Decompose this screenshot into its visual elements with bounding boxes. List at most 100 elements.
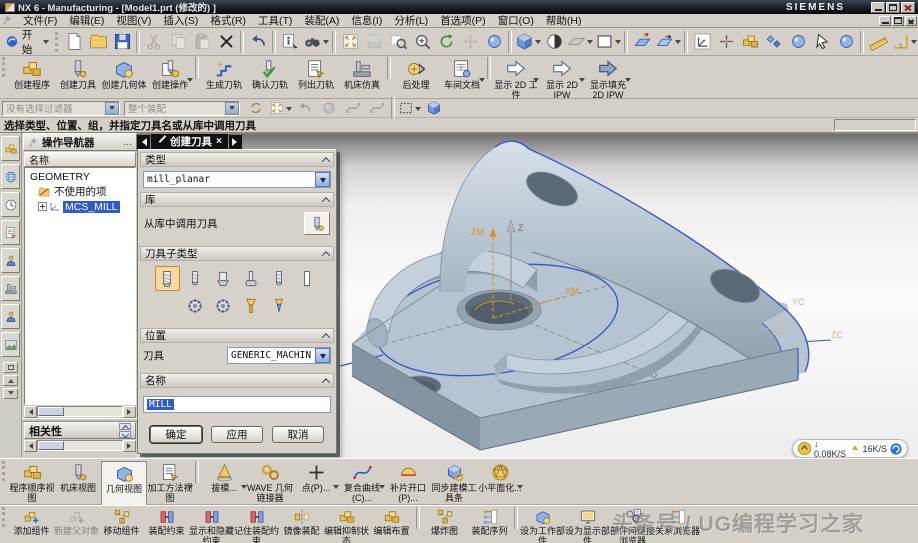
menu-help[interactable]: 帮助(H) [540, 13, 588, 28]
snap-view-button[interactable] [714, 30, 738, 54]
thread-mill-button[interactable] [183, 293, 208, 318]
generate-toolpath-button[interactable]: 生成刀轨 [201, 57, 247, 101]
dropdown-caret[interactable] [517, 485, 523, 492]
dependencies-header[interactable]: 相关性 [24, 422, 136, 439]
display-mode-button[interactable] [594, 30, 622, 54]
toolbar-drag-handle[interactable] [2, 57, 7, 77]
dropdown-caret[interactable] [43, 40, 49, 47]
list-toolpath-button[interactable]: 列出刀轨 [293, 57, 339, 101]
navigator-menu-dots[interactable]: ... [123, 136, 132, 148]
dropdown-caret[interactable] [615, 40, 621, 47]
web-browser-tab-button[interactable] [1, 164, 20, 189]
measure-angle-button[interactable] [890, 30, 918, 54]
mirror-assembly-button[interactable]: 镜像装配 [279, 507, 324, 543]
dropdown-caret[interactable] [415, 107, 421, 114]
selection-scope-combo[interactable]: 整个装配 [124, 101, 240, 116]
save-file-button[interactable] [110, 30, 134, 54]
menu-analysis[interactable]: 分析(L) [388, 13, 434, 28]
toolbar-drag-handle[interactable] [2, 461, 7, 481]
zoom-box-button[interactable] [386, 30, 410, 54]
show-filled-2d-ipw-button[interactable]: 显示填充 2D IPW [585, 57, 631, 101]
move-face-button[interactable] [630, 30, 654, 54]
create-operation-button[interactable]: 创建操作 [147, 57, 193, 101]
snapshot-fit-button[interactable] [268, 96, 293, 120]
machine-tool-view-button[interactable]: 机床视图 [55, 461, 101, 504]
resource-up-button[interactable] [3, 375, 18, 386]
show-2d-ipw-button[interactable]: 显示 2D IPW [539, 57, 585, 101]
dependencies-hscrollbar[interactable] [24, 439, 136, 452]
dialog-close-icon[interactable]: × [216, 137, 222, 147]
perspective-view-button[interactable] [482, 30, 506, 54]
type-combo[interactable]: mill_planar [143, 171, 331, 188]
assembly-sequence-button[interactable]: 装配序列 [467, 507, 512, 543]
menu-view[interactable]: 视图(V) [110, 13, 157, 28]
dropdown-caret[interactable] [479, 78, 485, 85]
rotate-view-button[interactable] [434, 30, 458, 54]
cancel-button[interactable]: 取消 [272, 426, 324, 443]
view-dependent-edit-button[interactable] [762, 30, 786, 54]
make-displayed-part-button[interactable]: 设为显示部件 [565, 507, 610, 543]
type-section-header[interactable]: 类型 [140, 152, 334, 167]
call-tool-from-library-button[interactable] [304, 212, 330, 235]
scroll-right-icon[interactable] [123, 440, 136, 452]
undo-button[interactable] [246, 30, 270, 54]
wave-geometry-linker-button[interactable]: WAVE 几何链接器 [247, 461, 293, 504]
face-mill-button[interactable] [239, 266, 264, 291]
pull-face-button[interactable] [654, 30, 682, 54]
menu-information[interactable]: 信息(I) [345, 13, 388, 28]
facet-body-button[interactable]: 小平面化... [477, 461, 523, 504]
dropdown-caret[interactable] [675, 40, 681, 47]
create-program-button[interactable]: 创建程序 [9, 57, 55, 101]
point-button[interactable]: 点(P)... [293, 461, 339, 504]
tool-subtype-section-header[interactable]: 刀具子类型 [140, 246, 334, 261]
collapse-icon[interactable] [322, 251, 330, 259]
geometry-node[interactable]: GEOMETRY [25, 169, 135, 184]
delete-button[interactable] [214, 30, 238, 54]
composite-curve-button[interactable]: 复合曲线(C)... [339, 461, 385, 504]
dropdown-caret[interactable] [535, 40, 541, 47]
remember-constraints-button[interactable]: 记住装配约束 [234, 507, 279, 543]
expand-icon[interactable] [38, 202, 47, 211]
collapse-icon[interactable] [322, 197, 330, 205]
hob-tool-button[interactable] [211, 293, 236, 318]
dialog-title-tab[interactable]: 创建刀具 × [151, 134, 228, 149]
add-component-button[interactable]: 添加组件 [9, 507, 54, 543]
menu-edit[interactable]: 编辑(E) [63, 13, 110, 28]
patch-opening-button[interactable]: 补片开口(P)... [385, 461, 431, 504]
machine-simulation-button[interactable]: 机床仿真 [339, 57, 385, 101]
synchronous-modeling-toolbar-button[interactable]: 同步建模工具条 [431, 461, 477, 504]
verify-toolpath-button[interactable]: 确认刀轨 [247, 57, 293, 101]
dropdown-caret[interactable] [286, 107, 292, 114]
resource-down-button[interactable] [3, 388, 18, 399]
geometry-view-button[interactable]: 几何视图 [101, 461, 147, 506]
mcs-mill-node[interactable]: MCS_MILL [25, 199, 135, 214]
restore-button[interactable] [886, 2, 900, 13]
resource-pin-button[interactable] [3, 362, 18, 373]
find-component-button[interactable] [302, 30, 330, 54]
navigator-header[interactable]: 操作导航器 ... [23, 133, 137, 151]
assembly-navigator-tab-button[interactable] [1, 136, 20, 161]
machining-method-view-button[interactable]: 加工方法视图 [147, 461, 193, 504]
new-file-button[interactable] [62, 30, 86, 54]
start-button[interactable]: 开始 [1, 30, 53, 54]
drill-tool-button[interactable] [295, 266, 320, 291]
dialog-prev-icon[interactable] [137, 135, 150, 149]
menu-preferences[interactable]: 首选项(P) [434, 13, 492, 28]
assembly-constraints-button[interactable]: 装配约束 [144, 507, 189, 543]
show-hide-constraints-button[interactable]: 显示和隐藏约束 [189, 507, 234, 543]
scroll-thumb[interactable] [38, 407, 64, 416]
menu-insert[interactable]: 插入(S) [157, 13, 204, 28]
dropdown-caret[interactable] [625, 78, 631, 85]
scroll-right-icon[interactable] [123, 406, 136, 418]
dropdown-caret[interactable] [587, 40, 593, 47]
navigator-hscrollbar[interactable] [24, 405, 136, 418]
program-order-view-button[interactable]: 程序顺序视图 [9, 461, 55, 504]
history-tab-button[interactable] [1, 192, 20, 217]
selection-rectangle-button[interactable] [397, 96, 422, 120]
doc-close-button[interactable] [905, 16, 917, 26]
shaded-view-button[interactable] [542, 30, 566, 54]
open-file-button[interactable] [86, 30, 110, 54]
dropdown-caret[interactable] [187, 78, 193, 85]
isometric-view-button[interactable] [514, 30, 542, 54]
collapse-icon[interactable] [322, 333, 330, 341]
